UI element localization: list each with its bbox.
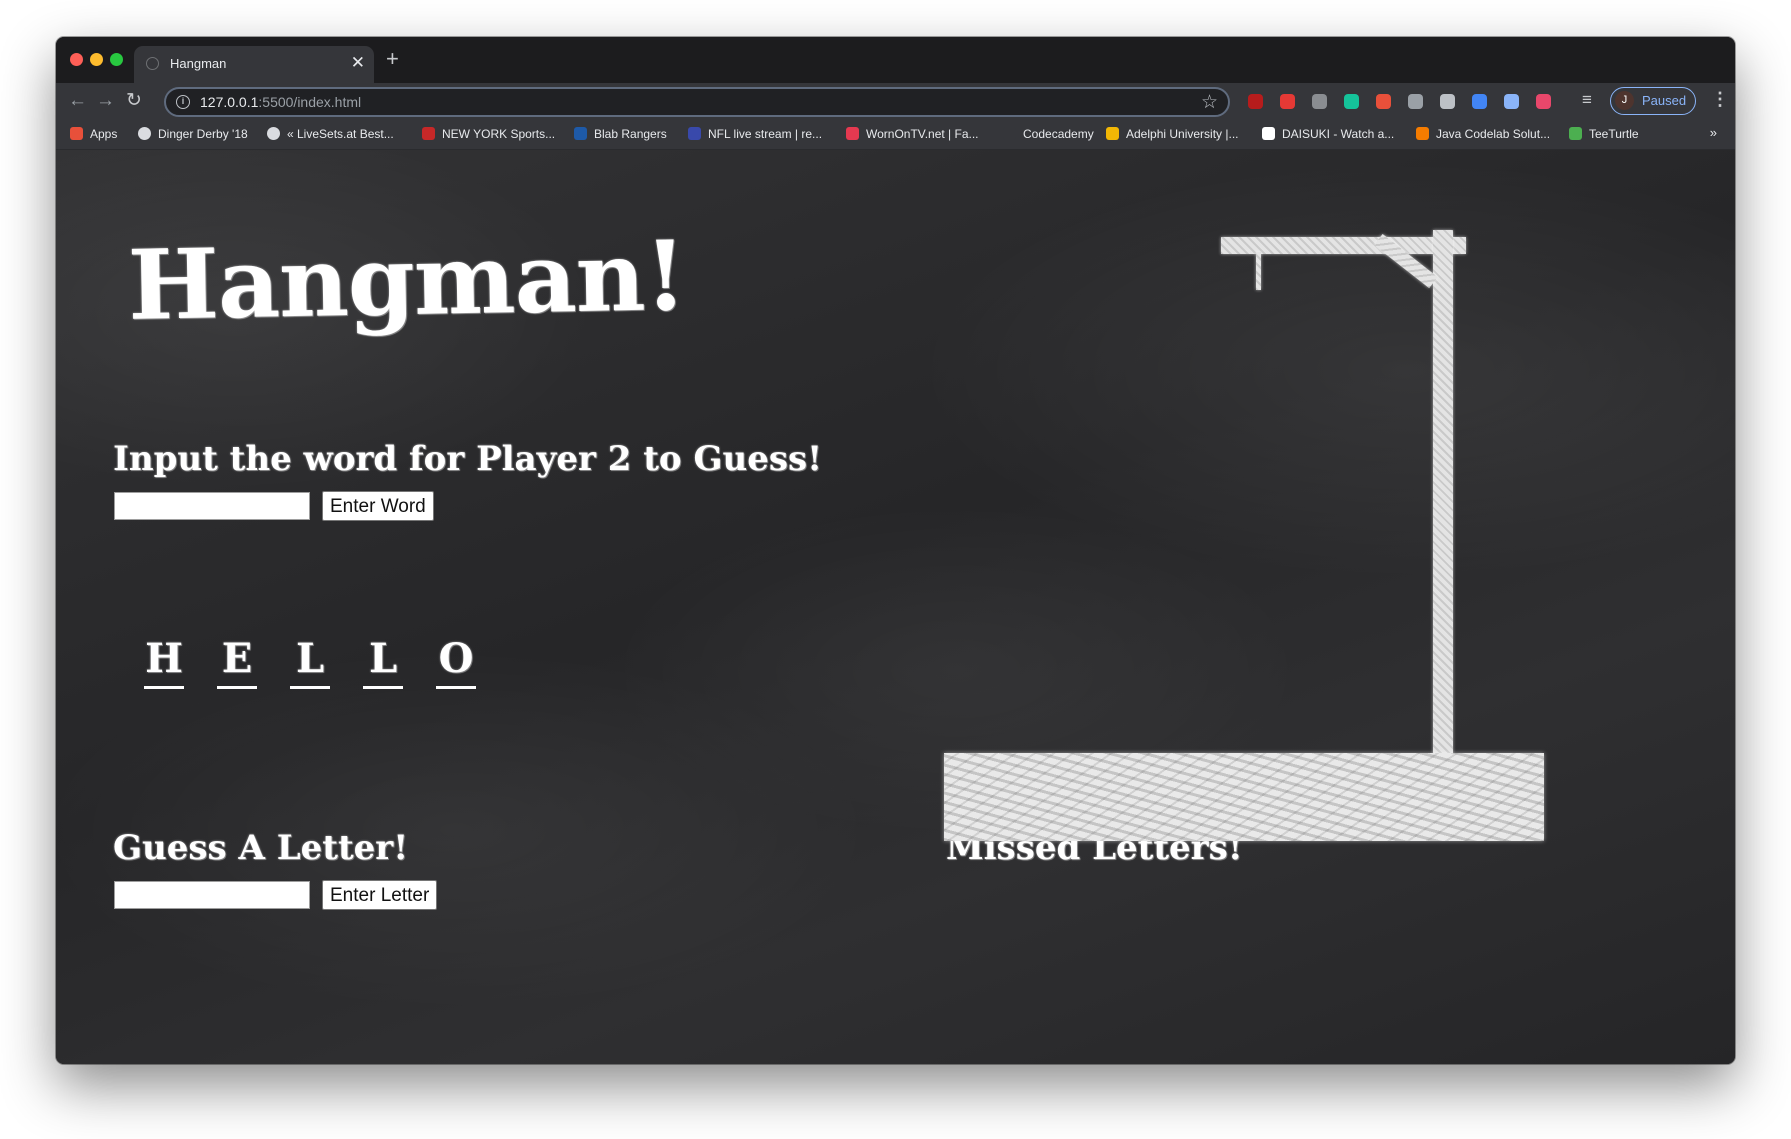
bookmark-label: NEW YORK Sports... — [442, 127, 556, 141]
letter-input[interactable] — [114, 881, 310, 909]
bookmark-item[interactable]: TeeTurtle — [1569, 127, 1639, 141]
bookmark-label: Java Codelab Solut... — [1436, 127, 1551, 141]
close-window-button[interactable] — [70, 53, 83, 66]
apps-grid-icon — [70, 127, 83, 140]
circle-icon[interactable] — [1504, 94, 1519, 109]
bookmark-label: Dinger Derby '18 — [158, 127, 248, 141]
url-text[interactable]: 127.0.0.1:5500/index.html — [200, 94, 361, 110]
bookmark-item[interactable]: « LiveSets.at Best... — [267, 127, 394, 141]
check-icon[interactable] — [1440, 94, 1455, 109]
bookmarks-bar: Apps Dinger Derby '18 « LiveSets.at Best..… — [56, 121, 1735, 150]
bookmark-label: Codecademy — [1023, 127, 1094, 141]
tab-favicon-icon — [146, 57, 159, 70]
bookmark-item[interactable]: Adelphi University |... — [1106, 127, 1239, 141]
browser-window: Hangman ✕ + ← → ↻ i 127.0.0.1:5500/index… — [56, 37, 1735, 1064]
bookmark-label: TeeTurtle — [1589, 127, 1639, 141]
screenshot-icon[interactable] — [1312, 94, 1327, 109]
url-path: :5500/index.html — [258, 94, 362, 110]
rangers-icon — [574, 127, 587, 140]
avatar: J — [1615, 91, 1634, 110]
page-title: Hangman! — [127, 219, 687, 342]
bookmark-label: Adelphi University |... — [1126, 127, 1239, 141]
bookmark-label: DAISUKI - Watch a... — [1282, 127, 1395, 141]
word-letter: L — [363, 635, 403, 689]
address-bar[interactable]: i 127.0.0.1:5500/index.html ☆ — [164, 87, 1230, 117]
browser-toolbar: ← → ↻ i 127.0.0.1:5500/index.html ☆ ≡ J … — [56, 83, 1735, 121]
nysports-icon — [422, 127, 435, 140]
tab-hangman[interactable]: Hangman ✕ — [134, 46, 374, 83]
globe-icon — [267, 127, 280, 140]
word-input[interactable] — [114, 492, 310, 520]
new-tab-button[interactable]: + — [386, 47, 399, 71]
bookmark-item[interactable]: WornOnTV.net | Fa... — [846, 127, 979, 141]
bookmark-label: WornOnTV.net | Fa... — [866, 127, 979, 141]
gallows-rope — [1256, 252, 1261, 290]
minimize-window-button[interactable] — [90, 53, 103, 66]
close-tab-icon[interactable]: ✕ — [351, 53, 365, 73]
tab-strip: Hangman ✕ + — [56, 37, 1735, 83]
word-prompt: Input the word for Player 2 to Guess! — [113, 439, 823, 479]
codecademy-icon — [1003, 127, 1016, 140]
gallows-post — [1433, 230, 1453, 755]
word-display: HELLO — [144, 635, 509, 689]
bookmark-label: « LiveSets.at Best... — [287, 127, 394, 141]
bookmark-star-icon[interactable]: ☆ — [1201, 91, 1218, 114]
wornontv-icon — [846, 127, 859, 140]
bookmark-label: Apps — [90, 127, 118, 141]
bookmark-item[interactable]: Apps — [70, 127, 117, 141]
turtle-icon — [1569, 127, 1582, 140]
globe-icon — [138, 127, 151, 140]
bookmark-item[interactable]: DAISUKI - Watch a... — [1262, 127, 1394, 141]
pen-icon[interactable] — [1472, 94, 1487, 109]
blogger-icon — [1416, 127, 1429, 140]
forward-arrow-icon[interactable]: → — [96, 91, 115, 111]
enter-word-button[interactable]: Enter Word — [322, 491, 434, 521]
adelphi-icon — [1106, 127, 1119, 140]
word-letter: O — [436, 635, 476, 689]
bookmark-item[interactable]: NEW YORK Sports... — [422, 127, 555, 141]
ublock-icon[interactable] — [1248, 94, 1263, 109]
word-letter: H — [144, 635, 184, 689]
bookmark-label: NFL live stream | re... — [708, 127, 823, 141]
analytics-icon[interactable] — [1376, 94, 1391, 109]
gallows-platform — [944, 753, 1544, 841]
bookmark-label: Blab Rangers — [594, 127, 667, 141]
profile-status: Paused — [1642, 93, 1687, 108]
site-info-icon[interactable]: i — [176, 95, 190, 109]
browser-menu-icon[interactable]: ⋮ — [1711, 89, 1729, 110]
enter-letter-button[interactable]: Enter Letter — [322, 880, 438, 910]
daisuki-icon — [1262, 127, 1275, 140]
tab-title: Hangman — [170, 56, 227, 71]
t-badge-icon[interactable] — [1536, 94, 1551, 109]
bookmark-item[interactable]: Blab Rangers — [574, 127, 667, 141]
bookmark-item[interactable]: Java Codelab Solut... — [1416, 127, 1550, 141]
word-letter: L — [290, 635, 330, 689]
translate-icon[interactable] — [1408, 94, 1423, 109]
profile-button[interactable]: J Paused — [1610, 87, 1696, 115]
back-arrow-icon[interactable]: ← — [68, 91, 87, 111]
bookmarks-overflow-button[interactable]: » — [1710, 125, 1717, 140]
reload-icon[interactable]: ↻ — [126, 91, 142, 111]
word-letter: E — [217, 635, 257, 689]
maximize-window-button[interactable] — [110, 53, 123, 66]
hangman-page: Hangman! Input the word for Player 2 to … — [56, 150, 1735, 1064]
nfl-icon — [688, 127, 701, 140]
reading-list-icon[interactable]: ≡ — [1582, 90, 1592, 110]
url-host: 127.0.0.1 — [200, 94, 259, 110]
grammar-icon[interactable] — [1344, 94, 1359, 109]
bookmark-item[interactable]: Dinger Derby '18 — [138, 127, 248, 141]
bookmark-item[interactable]: NFL live stream | re... — [688, 127, 822, 141]
adblock-icon[interactable] — [1280, 94, 1295, 109]
bookmark-item[interactable]: Codecademy — [1003, 127, 1094, 141]
guess-prompt: Guess A Letter! — [113, 828, 409, 868]
